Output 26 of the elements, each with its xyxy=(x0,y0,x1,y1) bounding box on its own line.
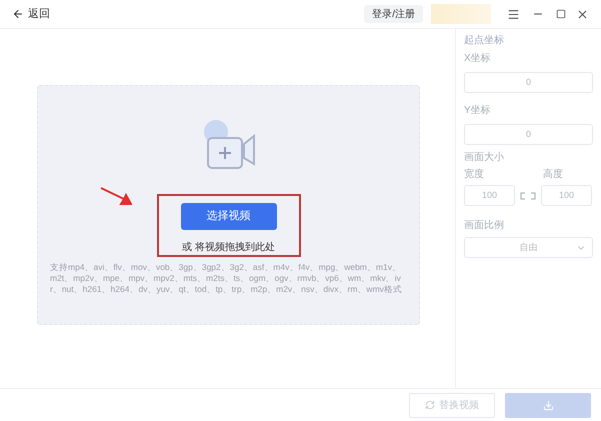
replace-icon xyxy=(425,400,435,410)
login-button[interactable]: 登录/注册 xyxy=(364,5,423,23)
field-label: 高度 xyxy=(543,168,563,182)
drop-zone[interactable]: 选择视频 或 将视频拖拽到此处 支持mp4、avi、flv、mov、vob、3gp、3gp2、3g2、asf、m4v、f4v、mpg、webm、m1v、m2t、mp2v、mpe、mpv、mpv2、mts、m2ts、ts、ogm、ogv、rmvb、vp6、wm、mkv、ivr、nut、h261、h264、dv、yuv、qt、tod、tp、trp、m2p、m2v、nsv、divx、rm、wmv格式 xyxy=(37,85,420,325)
field-label: X坐标 xyxy=(464,52,492,66)
section-title: 画面大小 xyxy=(464,150,505,165)
height-field[interactable]: 100 xyxy=(541,185,592,206)
close-icon[interactable] xyxy=(576,8,589,20)
menu-icon[interactable] xyxy=(507,8,520,20)
y-coordinate-field[interactable]: 0 xyxy=(464,124,593,145)
field-label: Y坐标 xyxy=(464,104,492,118)
section-title: 起点坐标 xyxy=(464,34,505,48)
back-button[interactable]: 返回 xyxy=(12,6,50,22)
ratio-dropdown[interactable]: 自由 xyxy=(464,237,593,258)
supported-formats: 支持mp4、avi、flv、mov、vob、3gp、3gp2、3g2、asf、m4v、f4v、mpg、webm、m1v、m2t、mp2v、mpe、mpv、mpv2、mts、m2ts、ts、ogm、ogv、rmvb、vp6、wm、mkv、ivr、nut、h261、h264、dv、yuv、qt、tod、tp、trp、m2p、m2v、nsv、divx、rm、wmv格式 xyxy=(49,262,403,295)
download-icon xyxy=(542,400,554,410)
section-title: 画面比例 xyxy=(464,218,505,233)
x-coordinate-field[interactable]: 0 xyxy=(464,72,593,93)
pointer-arrow-icon xyxy=(100,186,132,206)
select-video-button[interactable]: 选择视频 xyxy=(180,203,276,230)
maximize-icon[interactable] xyxy=(556,9,566,19)
back-arrow-icon xyxy=(12,8,24,20)
user-banner xyxy=(431,4,491,24)
drag-hint: 或 将视频拖拽到此处 xyxy=(182,240,275,255)
field-label: 宽度 xyxy=(464,168,485,182)
width-field[interactable]: 100 xyxy=(464,185,515,206)
